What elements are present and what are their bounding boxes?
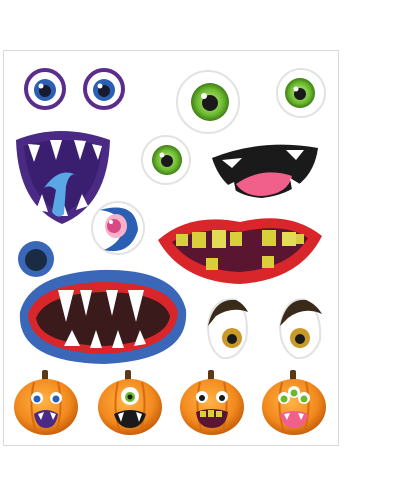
tongue-smile-mouth-icon: [212, 144, 318, 198]
sleepy-eyes-icon: [206, 298, 322, 360]
sleepy-eye-left: [206, 298, 248, 360]
green-eye-large-icon: [176, 70, 240, 134]
pink-eye-crescent-icon: [91, 201, 145, 255]
purple-monster-mouth-icon: [16, 131, 110, 224]
blue-dot-eye-icon: [18, 241, 54, 277]
sleepy-eye-right: [278, 298, 322, 360]
pumpkin-three-eyes-icon: [262, 370, 326, 435]
round-eyes-sticker: [24, 68, 125, 110]
fanged-blue-mouth-icon: [19, 269, 187, 364]
red-lips-crooked-teeth-icon: [158, 218, 322, 284]
green-eye-right-icon: [276, 68, 326, 118]
pumpkin-grin-icon: [180, 370, 244, 435]
pumpkin-cyclops-icon: [98, 370, 162, 435]
eye-left-icon: [24, 68, 66, 110]
green-eye-small-icon: [141, 135, 191, 185]
eye-right-icon: [83, 68, 125, 110]
pumpkin-blue-eyes-icon: [14, 370, 78, 435]
sticker-artwork: [14, 68, 326, 435]
